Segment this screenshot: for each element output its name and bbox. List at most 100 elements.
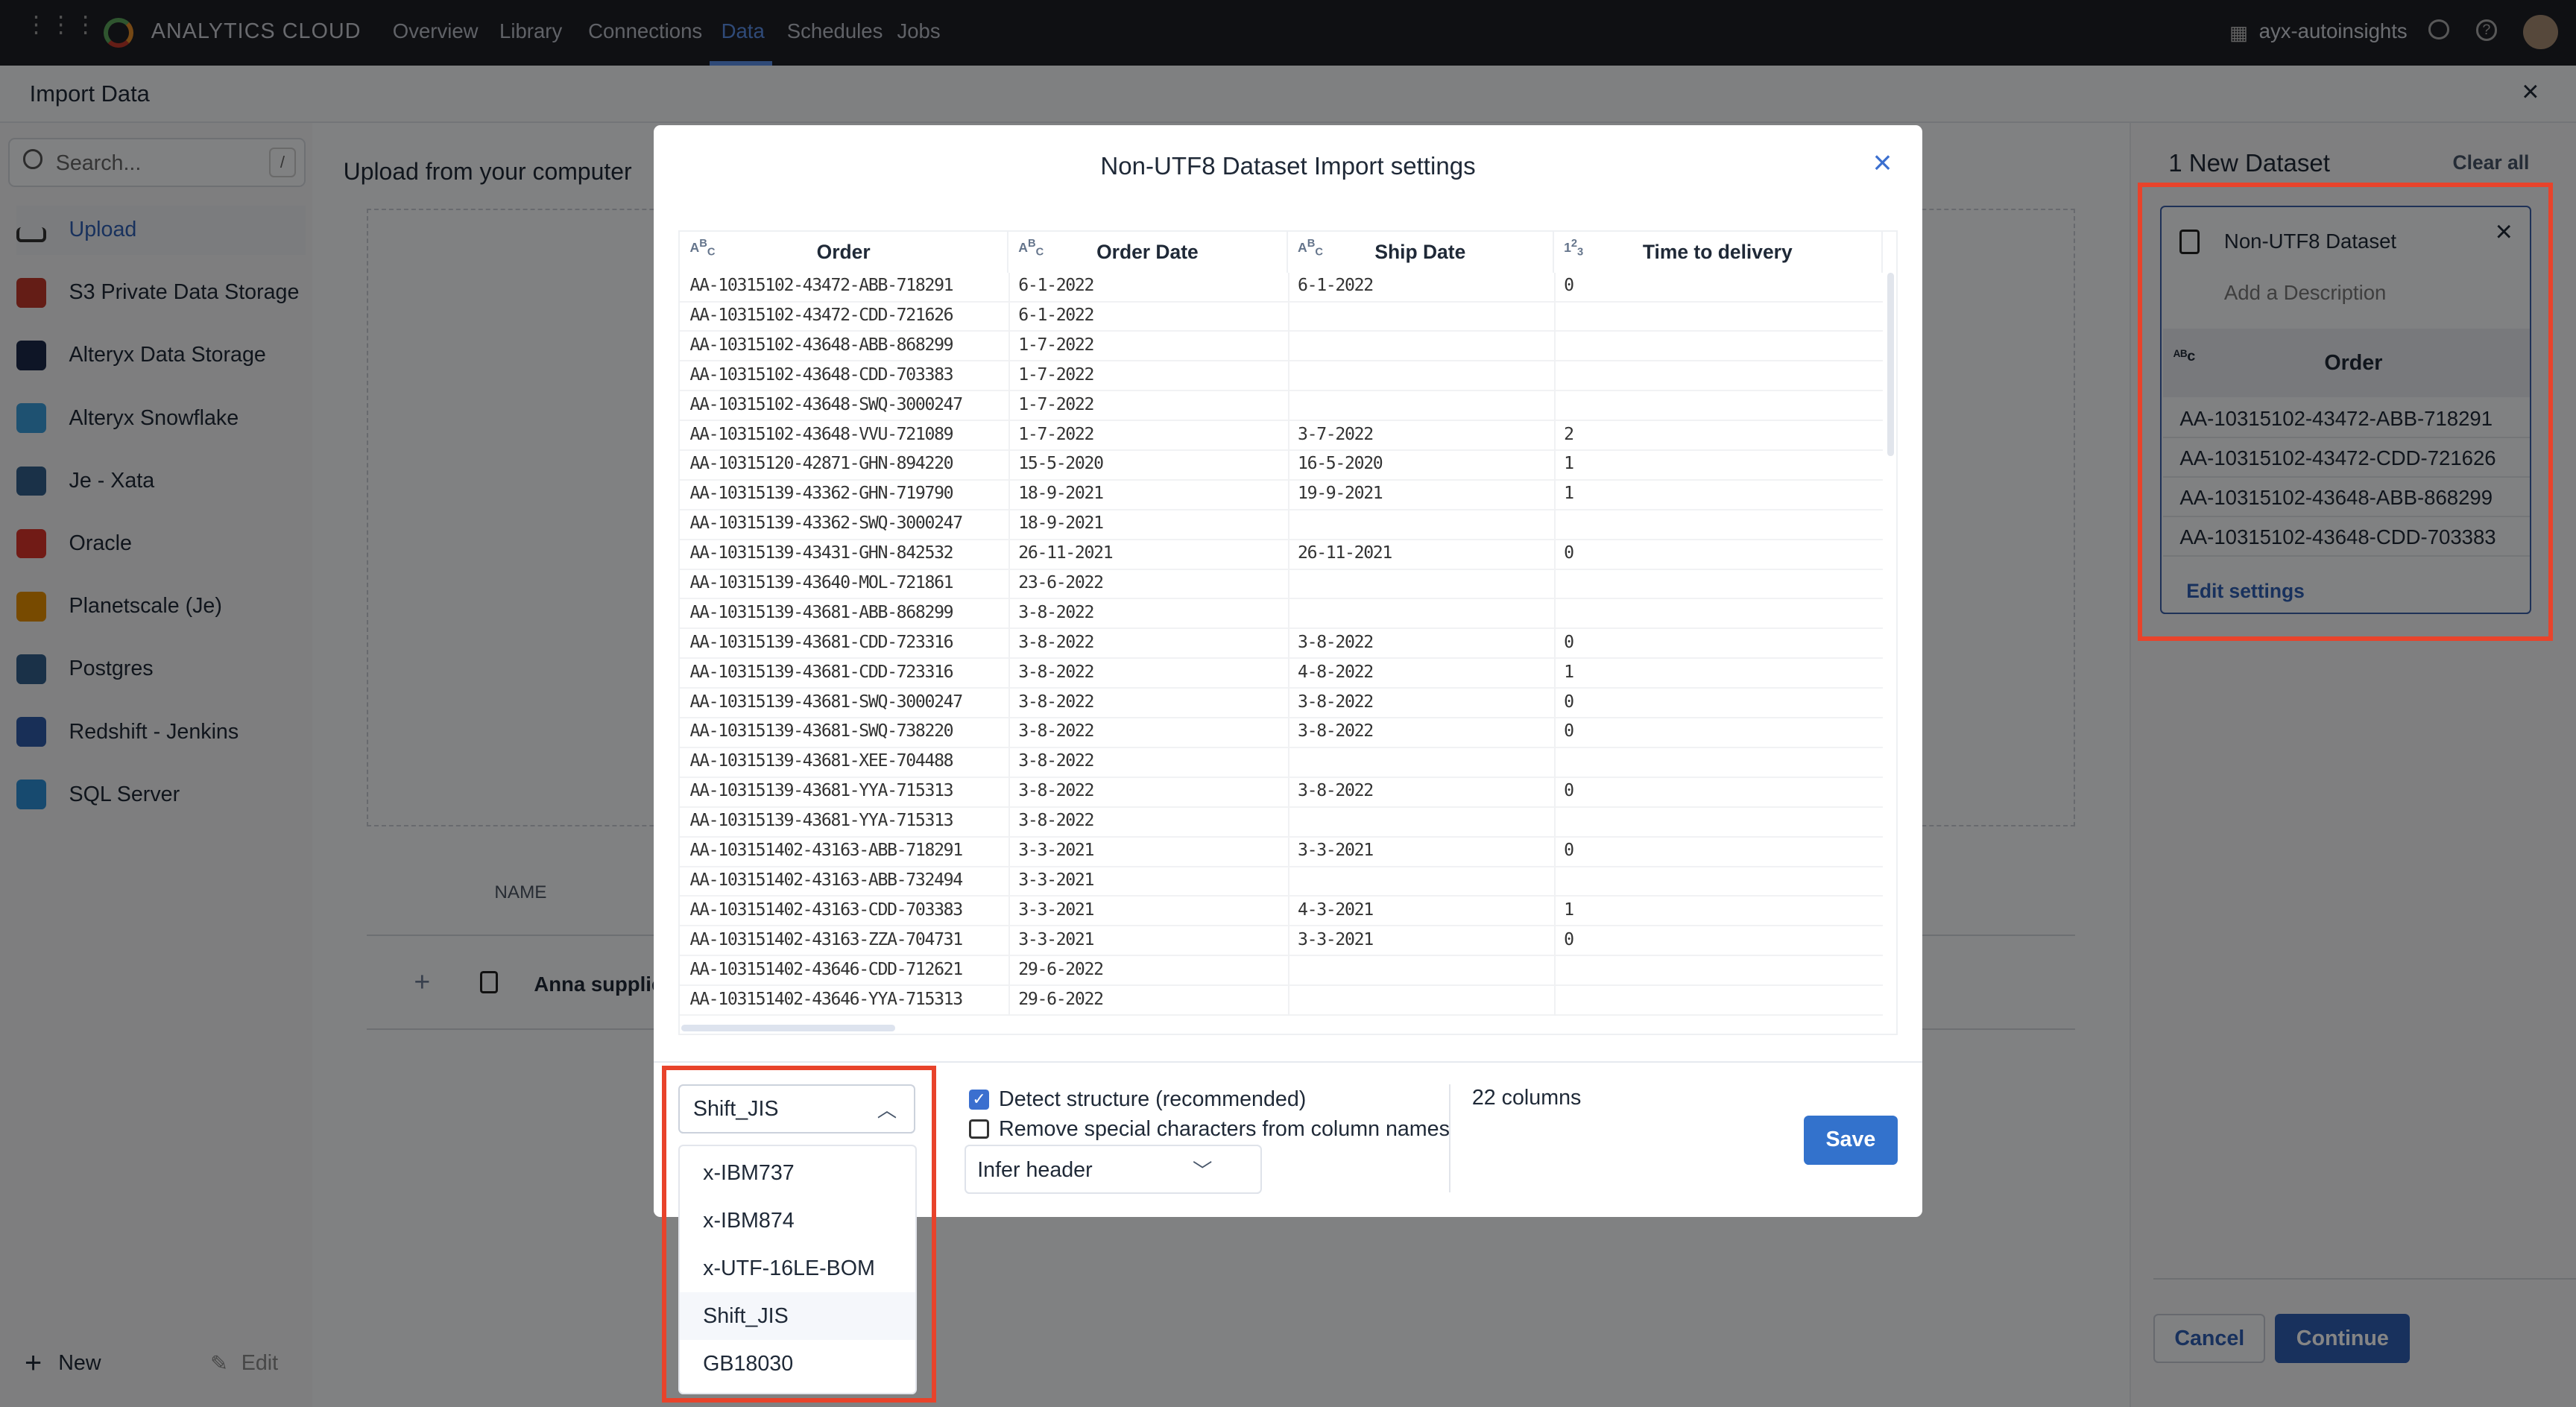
table-cell: 0 — [1564, 781, 1574, 801]
table-cell: AA-10315139-43681-CDD-723316 — [689, 662, 953, 682]
table-cell: 6-1-2022 — [1018, 305, 1094, 325]
cell-divider — [1553, 659, 1556, 689]
table-cell: 3-8-2022 — [1018, 721, 1094, 742]
table-cell: AA-10315102-43648-SWQ-3000247 — [689, 394, 963, 414]
cell-divider — [1008, 689, 1011, 718]
table-cell: 0 — [1564, 276, 1574, 296]
table-row: AA-10315102-43472-ABB-718291 6-1-2022 6-1-… — [680, 272, 1883, 303]
table-row: AA-10315139-43681-CDD-723316 3-8-2022 3-8-… — [680, 629, 1883, 660]
table-cell: 0 — [1564, 632, 1574, 652]
table-row: AA-10315102-43648-VVU-721089 1-7-2022 3-7-… — [680, 421, 1883, 451]
cell-divider — [1553, 361, 1556, 391]
table-cell: 26-11-2021 — [1018, 543, 1113, 563]
table-cell: 3-8-2022 — [1018, 751, 1094, 771]
cell-divider — [1287, 540, 1289, 570]
cell-divider — [1287, 837, 1289, 867]
table-row: AA-10315139-43362-GHN-719790 18-9-2021 19-… — [680, 480, 1883, 510]
cell-divider — [1553, 926, 1556, 956]
table-row: AA-10315102-43648-SWQ-3000247 1-7-2022 — [680, 391, 1883, 422]
column-header[interactable]: 123 Time to delivery — [1553, 231, 1883, 273]
table-cell: 3-8-2022 — [1298, 781, 1374, 801]
table-cell: 23-6-2022 — [1018, 572, 1104, 592]
table-cell: AA-10315102-43648-ABB-868299 — [689, 335, 953, 355]
import-settings-modal: Non-UTF8 Dataset Import settings × ABC Or… — [654, 124, 1922, 1218]
cell-divider — [1287, 777, 1289, 808]
table-row: AA-10315139-43681-YYA-715313 3-8-2022 — [680, 807, 1883, 838]
cell-divider — [1553, 599, 1556, 630]
vertical-scrollbar[interactable] — [1887, 272, 1895, 457]
cell-divider — [1287, 451, 1289, 481]
cell-divider — [1287, 986, 1289, 1016]
string-type-icon: ABC — [1018, 238, 1044, 259]
cell-divider — [1287, 897, 1289, 927]
remove-special-checkbox[interactable]: Remove special characters from column na… — [969, 1117, 1450, 1142]
table-cell: 3-8-2022 — [1298, 721, 1374, 742]
cell-divider — [1008, 807, 1011, 838]
cell-divider — [1287, 926, 1289, 956]
cell-divider — [1287, 569, 1289, 600]
horizontal-scrollbar[interactable] — [681, 1025, 895, 1031]
save-button[interactable]: Save — [1804, 1115, 1898, 1165]
header-mode-value: Infer header — [977, 1157, 1093, 1182]
table-cell: AA-10315139-43681-YYA-715313 — [689, 781, 953, 801]
table-cell: AA-10315139-43681-SWQ-738220 — [689, 721, 953, 742]
table-cell: 26-11-2021 — [1298, 543, 1392, 563]
table-cell: AA-103151402-43163-ABB-718291 — [689, 841, 963, 861]
table-cell: 1-7-2022 — [1018, 335, 1094, 355]
table-row: AA-10315139-43681-YYA-715313 3-8-2022 3-8-… — [680, 777, 1883, 808]
table-cell: 0 — [1564, 929, 1574, 949]
column-header[interactable]: ABC Ship Date — [1287, 231, 1554, 273]
cell-divider — [1287, 867, 1289, 897]
table-row: AA-103151402-43163-ABB-718291 3-3-2021 3-3… — [680, 837, 1883, 867]
cell-divider — [1287, 747, 1289, 778]
table-cell: 0 — [1564, 692, 1574, 712]
table-cell: 3-8-2022 — [1018, 632, 1094, 652]
detect-structure-label: Detect structure (recommended) — [999, 1087, 1307, 1112]
cell-divider — [1287, 807, 1289, 838]
cell-divider — [1287, 956, 1289, 986]
column-header[interactable]: ABC Order Date — [1008, 231, 1288, 273]
column-name: Order — [816, 240, 871, 263]
table-cell: AA-10315139-43431-GHN-842532 — [689, 543, 953, 563]
column-name: Order Date — [1096, 240, 1199, 263]
table-cell: 3-3-2021 — [1298, 841, 1374, 861]
cell-divider — [1008, 569, 1011, 600]
header-mode-select[interactable]: Infer header ﹀ — [964, 1145, 1262, 1195]
table-cell: 16-5-2020 — [1298, 454, 1383, 474]
detect-structure-checkbox[interactable]: ✓ Detect structure (recommended) — [969, 1087, 1306, 1112]
table-cell: 15-5-2020 — [1018, 454, 1104, 474]
table-cell: AA-10315139-43681-SWQ-3000247 — [689, 692, 963, 712]
cell-divider — [1008, 747, 1011, 778]
cell-divider — [1287, 302, 1289, 332]
table-cell: 1-7-2022 — [1018, 394, 1094, 414]
table-cell: 29-6-2022 — [1018, 989, 1104, 1009]
close-modal-icon[interactable]: × — [1873, 145, 1892, 182]
table-cell: 1 — [1564, 454, 1574, 474]
table-cell: 19-9-2021 — [1298, 484, 1383, 504]
cell-divider — [1008, 272, 1011, 303]
table-row: AA-10315139-43431-GHN-842532 26-11-2021 26… — [680, 540, 1883, 570]
table-row: AA-10315102-43648-CDD-703383 1-7-2022 — [680, 361, 1883, 392]
table-cell: 6-1-2022 — [1018, 276, 1094, 296]
cell-divider — [1553, 897, 1556, 927]
cell-divider — [1008, 510, 1011, 540]
table-cell: 3-3-2021 — [1018, 841, 1094, 861]
table-cell: 4-3-2021 — [1298, 899, 1374, 920]
table-cell: 3-7-2022 — [1298, 424, 1374, 444]
table-row: AA-103151402-43163-ZZA-704731 3-3-2021 3-3… — [680, 926, 1883, 957]
table-row: AA-10315139-43362-SWQ-3000247 18-9-2021 — [680, 510, 1883, 540]
table-cell: 6-1-2022 — [1298, 276, 1374, 296]
cell-divider — [1008, 302, 1011, 332]
table-cell: AA-10315139-43362-SWQ-3000247 — [689, 513, 963, 534]
table-cell: 3-3-2021 — [1018, 929, 1094, 949]
cell-divider — [1287, 421, 1289, 451]
table-cell: 3-8-2022 — [1018, 781, 1094, 801]
table-cell: 1-7-2022 — [1018, 424, 1094, 444]
cell-divider — [1553, 956, 1556, 986]
cell-divider — [1287, 332, 1289, 362]
table-row: AA-10315139-43681-XEE-704488 3-8-2022 — [680, 747, 1883, 778]
table-cell: 3-8-2022 — [1018, 811, 1094, 831]
cell-divider — [1008, 361, 1011, 391]
column-count: 22 columns — [1471, 1085, 1582, 1110]
column-header[interactable]: ABC Order — [680, 231, 1009, 273]
